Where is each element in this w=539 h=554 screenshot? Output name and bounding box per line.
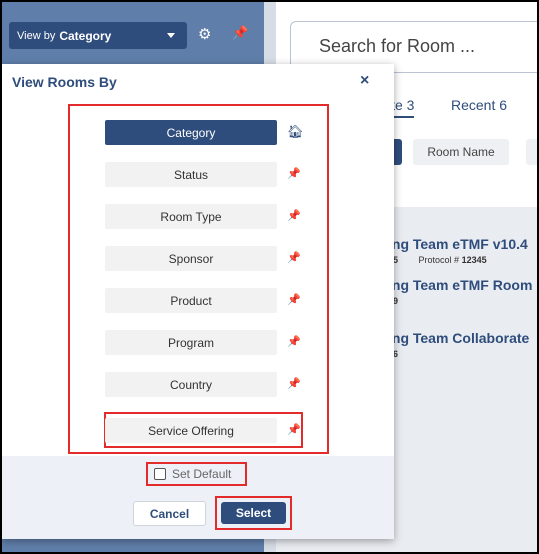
option-status[interactable]: Status bbox=[105, 162, 277, 187]
room-title: ing Team eTMF v10.4 bbox=[388, 236, 528, 252]
list-item[interactable]: ing Team eTMF v10.4 25 Protocol # 12345 bbox=[388, 236, 528, 265]
option-program[interactable]: Program bbox=[105, 330, 277, 355]
pin-icon[interactable]: 📌 bbox=[287, 167, 301, 180]
view-by-dropdown[interactable]: View by Category bbox=[9, 22, 187, 49]
dialog-title: View Rooms By bbox=[12, 74, 117, 90]
home-icon[interactable]: 🏠︎ bbox=[287, 124, 304, 140]
cancel-button[interactable]: Cancel bbox=[133, 501, 206, 526]
pin-icon[interactable]: 📌 bbox=[287, 335, 301, 348]
set-default-label: Set Default bbox=[172, 467, 232, 481]
room-subtitle: 06 bbox=[388, 349, 529, 359]
options-highlight-box: Category 🏠︎ Status 📌 Room Type 📌 Sponsor… bbox=[68, 104, 329, 454]
search-placeholder: Search for Room ... bbox=[319, 36, 476, 56]
app-frame: View by Category ⚙ 📌 Search for Room ...… bbox=[2, 2, 537, 552]
set-default-checkbox[interactable]: Set Default bbox=[146, 462, 247, 486]
gear-icon[interactable]: ⚙ bbox=[198, 25, 211, 43]
option-room-type[interactable]: Room Type bbox=[105, 204, 277, 229]
pin-icon[interactable]: 📌 bbox=[287, 293, 301, 306]
left-panel-bottom bbox=[2, 539, 264, 552]
room-title: ing Team eTMF Room bbox=[388, 277, 533, 293]
dialog-footer: Set Default Cancel Select bbox=[2, 456, 394, 539]
sort-chip-more[interactable] bbox=[526, 139, 537, 165]
left-toolbar: View by Category ⚙ 📌 bbox=[2, 2, 264, 64]
select-button[interactable]: Select bbox=[221, 502, 286, 524]
view-by-value: Category bbox=[59, 28, 112, 43]
pin-icon[interactable]: 📌 bbox=[232, 25, 248, 41]
room-title: ing Team Collaborate bbox=[388, 330, 530, 346]
sort-chip-label: Room Name bbox=[427, 145, 495, 159]
option-product[interactable]: Product bbox=[105, 288, 277, 313]
pin-icon[interactable]: 📌 bbox=[287, 423, 301, 436]
pin-icon[interactable]: 📌 bbox=[287, 209, 301, 222]
room-subtitle: 09 bbox=[388, 296, 532, 306]
close-icon[interactable]: × bbox=[360, 72, 369, 90]
tab-recent[interactable]: Recent 6 bbox=[451, 97, 507, 113]
sort-chip-room-name[interactable]: Room Name bbox=[413, 139, 509, 165]
list-item[interactable]: ing Team eTMF Room 09 bbox=[388, 277, 532, 306]
option-sponsor[interactable]: Sponsor bbox=[105, 246, 277, 271]
option-category[interactable]: Category bbox=[105, 120, 277, 145]
select-highlight-box: Select bbox=[215, 496, 292, 530]
option-service-offering[interactable]: Service Offering bbox=[105, 418, 277, 443]
dialog-header: View Rooms By × bbox=[2, 64, 394, 96]
protocol-label: Protocol # bbox=[418, 255, 460, 265]
chevron-down-icon bbox=[167, 33, 175, 38]
option-country[interactable]: Country bbox=[105, 372, 277, 397]
protocol-number: 12345 bbox=[461, 255, 487, 265]
list-item[interactable]: ing Team Collaborate 06 bbox=[388, 330, 529, 359]
room-subtitle: 25 Protocol # 12345 bbox=[388, 255, 528, 265]
view-by-prefix: View by bbox=[17, 29, 56, 42]
pin-icon[interactable]: 📌 bbox=[287, 251, 301, 264]
checkbox-icon[interactable] bbox=[154, 468, 166, 480]
pin-icon[interactable]: 📌 bbox=[287, 377, 301, 390]
view-rooms-by-dialog: View Rooms By × Category 🏠︎ Status 📌 Roo… bbox=[2, 64, 394, 539]
